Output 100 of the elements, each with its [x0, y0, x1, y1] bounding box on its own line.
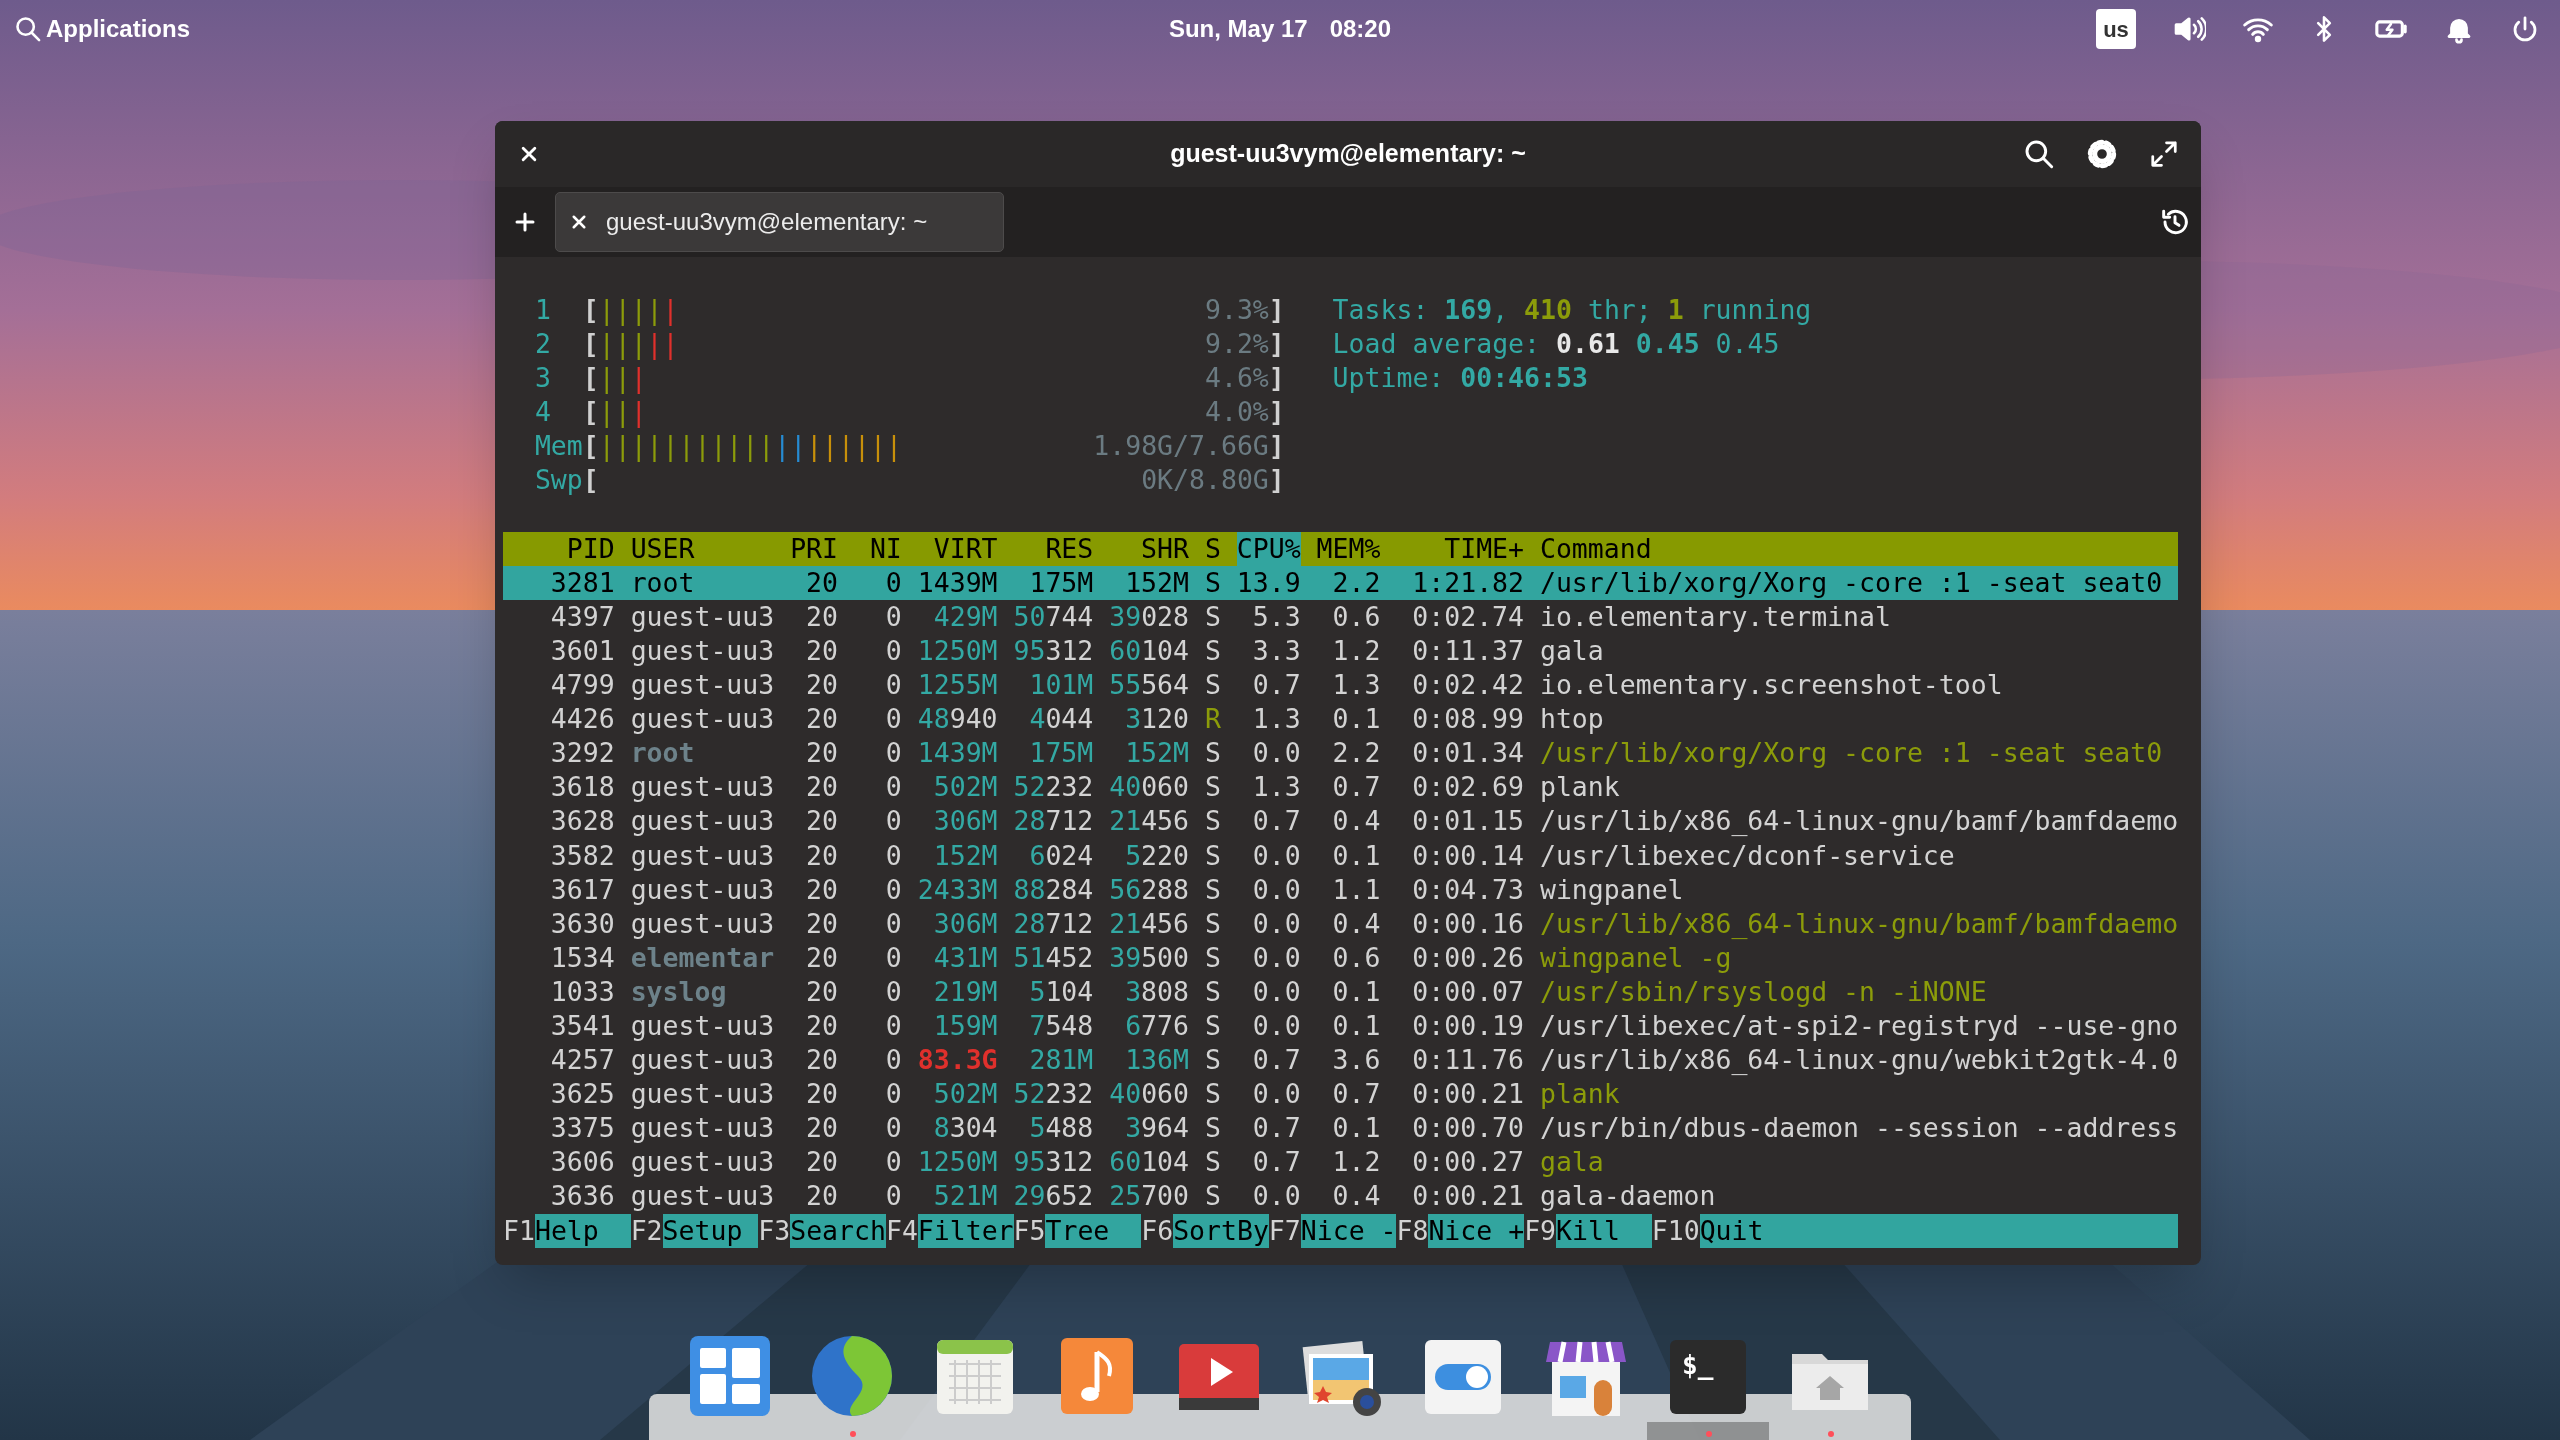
table-cell-text: 3281 [549, 565, 615, 600]
table-cell-text: 4044 [1028, 702, 1094, 737]
function-button[interactable]: Filter [917, 1213, 1014, 1248]
function-button[interactable]: Setup [662, 1213, 759, 1248]
process-row[interactable]: 4426 guest-uu3 20 0 48940 4044 3120 R 1.3 0.1 0:08.99 htop [503, 702, 2179, 737]
table-cell: 1255M [917, 668, 998, 703]
table-cell-text: 101M [1028, 668, 1094, 703]
function-button[interactable]: Nice - [1300, 1213, 1397, 1248]
table-cell-text: 0:00.14 [1411, 838, 1524, 873]
table-cell: S [1204, 736, 1221, 771]
table-cell-text: 20 [805, 1077, 838, 1112]
terminal-tab[interactable]: guest-uu3vym@elementary: ~ [555, 192, 1004, 252]
table-cell-text: 281M [1028, 1043, 1094, 1078]
function-button[interactable]: Quit [1699, 1213, 2179, 1248]
table-cell-text: wingpanel -g [1539, 940, 1733, 975]
function-button[interactable]: Help [534, 1213, 631, 1248]
meter-label: 3 [534, 361, 552, 396]
process-row[interactable]: 3281 root 20 0 1439M 175M 152M S 13.9 2.2 1:21.82 /usr/lib/xorg/Xorg -core :1 -seat seat0 [503, 565, 2179, 600]
applications-button[interactable]: Applications [14, 11, 190, 47]
meter-bracket: ] [1268, 327, 1285, 362]
table-cell-text: 1:21.82 [1411, 565, 1524, 600]
function-button[interactable]: SortBy [1173, 1213, 1269, 1248]
table-cell-text: 0.1 [1331, 702, 1381, 737]
table-cell-text: 0 [884, 838, 902, 873]
table-cell-text: 1.3 [1251, 770, 1301, 805]
meter-bar-text: | [662, 293, 679, 328]
search-icon[interactable] [2023, 138, 2055, 170]
table-cell: S [1204, 1145, 1221, 1180]
process-row[interactable]: 3582 guest-uu3 20 0 152M 6024 5220 S 0.0 0.1 0:00.14 /usr/libexec/dconf-service [503, 838, 2179, 873]
table-cell-text: 175M [1028, 565, 1094, 600]
table-cell-text: wingpanel [1539, 872, 1685, 907]
process-row[interactable]: 3601 guest-uu3 20 0 1250M 95312 60104 S 3.3 1.2 0:11.37 gala [503, 633, 2179, 669]
settings-icon[interactable] [2085, 137, 2119, 171]
process-row[interactable]: 3375 guest-uu3 20 0 8304 5488 3964 S 0.7 0.1 0:00.70 /usr/bin/dbus-daemon --session --address [503, 1111, 2179, 1146]
key-hint: F8 [1396, 1213, 1429, 1248]
dock-item[interactable]: $_ [1646, 1328, 1769, 1440]
process-row[interactable]: 4799 guest-uu3 20 0 1255M 101M 55564 S 0.7 1.3 0:02.42 io.elementary.screenshot-tool [503, 668, 2179, 703]
search-icon [14, 15, 42, 43]
column-header[interactable]: MEM% [1316, 531, 1381, 566]
column-header[interactable]: SHR [1109, 531, 1189, 566]
column-header[interactable]: NI [853, 531, 902, 566]
meter-bar-text: || [646, 327, 679, 362]
table-cell-text: 0:00.16 [1411, 906, 1524, 941]
function-button[interactable]: Search [790, 1213, 886, 1248]
process-row[interactable]: 3630 guest-uu3 20 0 306M 28712 21456 S 0.0 0.4 0:00.16 /usr/lib/x86_64-linux-gnu/bamf/bamfdaemo [503, 906, 2179, 941]
table-cell: 60104 [1109, 1145, 1189, 1180]
process-row[interactable]: 3292 root 20 0 1439M 175M 152M S 0.0 2.2 0:01.34 /usr/lib/xorg/Xorg -core :1 -seat seat0 [503, 736, 2179, 771]
process-row[interactable]: 1534 elementar 20 0 431M 51452 39500 S 0.0 0.6 0:00.26 wingpanel -g [503, 940, 2179, 975]
table-cell-text: 0:11.37 [1411, 633, 1524, 668]
process-row[interactable]: 4397 guest-uu3 20 0 429M 50744 39028 S 5.3 0.6 0:02.74 io.elementary.terminal [503, 599, 2179, 634]
table-cell-text: 306M [932, 906, 998, 941]
column-header[interactable]: RES [1013, 531, 1094, 566]
table-cell: 1439M [917, 736, 998, 771]
column-header[interactable]: PRI [790, 531, 838, 566]
meter-bar-text: |||| [598, 293, 663, 328]
column-header[interactable]: Command [1539, 531, 2179, 566]
table-cell: S [1204, 940, 1221, 975]
process-row[interactable]: 3541 guest-uu3 20 0 159M 7548 6776 S 0.0 0.1 0:00.19 /usr/libexec/at-spi2-registryd --use-gno [503, 1008, 2179, 1044]
table-cell-text: S [1204, 1008, 1221, 1043]
table-cell-text: gala [1539, 633, 1605, 668]
close-icon[interactable] [570, 213, 588, 231]
table-cell-text: 0:01.15 [1411, 804, 1524, 839]
table-cell: 51452 [1013, 940, 1094, 975]
table-cell-text: 20 [805, 633, 838, 668]
column-header[interactable]: CPU% [1236, 531, 1301, 566]
table-cell: S [1204, 1111, 1221, 1146]
function-button[interactable]: Tree [1045, 1213, 1142, 1248]
table-cell-text: 152M [1124, 565, 1189, 600]
table-cell-text: 3636 [549, 1179, 615, 1214]
table-cell-text: 3618 [549, 770, 615, 805]
table-cell: S [1204, 906, 1221, 941]
table-cell-text: 0 [884, 804, 902, 839]
process-row[interactable]: 3618 guest-uu3 20 0 502M 52232 40060 S 1.3 0.7 0:02.69 plank [503, 770, 2179, 805]
process-row[interactable]: 3617 guest-uu3 20 0 2433M 88284 56288 S 0.0 1.1 0:04.73 wingpanel [503, 872, 2179, 907]
process-row[interactable]: 1033 syslog 20 0 219M 5104 3808 S 0.0 0.1 0:00.07 /usr/sbin/rsyslogd -n -iNONE [503, 974, 2179, 1009]
process-row[interactable]: 3628 guest-uu3 20 0 306M 28712 21456 S 0.7 0.4 0:01.15 /usr/lib/x86_64-linux-gnu/bamf/bamfdaemo [503, 804, 2179, 839]
function-button[interactable]: Nice + [1428, 1213, 1525, 1248]
process-row[interactable]: 3636 guest-uu3 20 0 521M 29652 25700 S 0.0 0.4 0:00.21 gala-daemon [503, 1179, 2179, 1214]
table-cell-text: S [1204, 633, 1221, 668]
table-cell-text: 0.7 [1251, 1145, 1301, 1180]
table-cell-text: 0.4 [1331, 1179, 1381, 1214]
function-button[interactable]: Kill [1556, 1213, 1652, 1248]
table-cell-text: 3582 [549, 838, 615, 873]
fullscreen-icon[interactable] [2149, 139, 2179, 169]
summary-line: Load average: 0.61 0.45 0.45 [1332, 327, 1780, 362]
table-cell-text: 431M [932, 940, 998, 975]
column-header[interactable]: PID [503, 531, 615, 566]
table-cell-text: 0.4 [1331, 906, 1381, 941]
table-cell-text: root [630, 565, 696, 600]
process-row[interactable]: 3625 guest-uu3 20 0 502M 52232 40060 S 0.0 0.7 0:00.21 plank [503, 1077, 2179, 1112]
table-cell-text: 0.7 [1251, 1111, 1301, 1146]
process-row[interactable]: 4257 guest-uu3 20 0 83.3G 281M 136M S 0.7 3.6 0:11.76 /usr/lib/x86_64-linux-gnu/webkit2gtk-4.0 [503, 1043, 2179, 1078]
table-cell-text: 0 [884, 1077, 902, 1112]
column-header[interactable]: VIRT [917, 531, 998, 566]
column-header[interactable]: USER [630, 531, 775, 566]
table-cell: 39028 [1109, 599, 1189, 634]
process-row[interactable]: 3606 guest-uu3 20 0 1250M 95312 60104 S 0.7 1.2 0:00.27 gala [503, 1145, 2179, 1180]
keyboard-layout-indicator[interactable]: us [2096, 9, 2136, 49]
column-header[interactable]: TIME+ [1396, 531, 1524, 566]
column-header[interactable]: S [1204, 531, 1221, 566]
